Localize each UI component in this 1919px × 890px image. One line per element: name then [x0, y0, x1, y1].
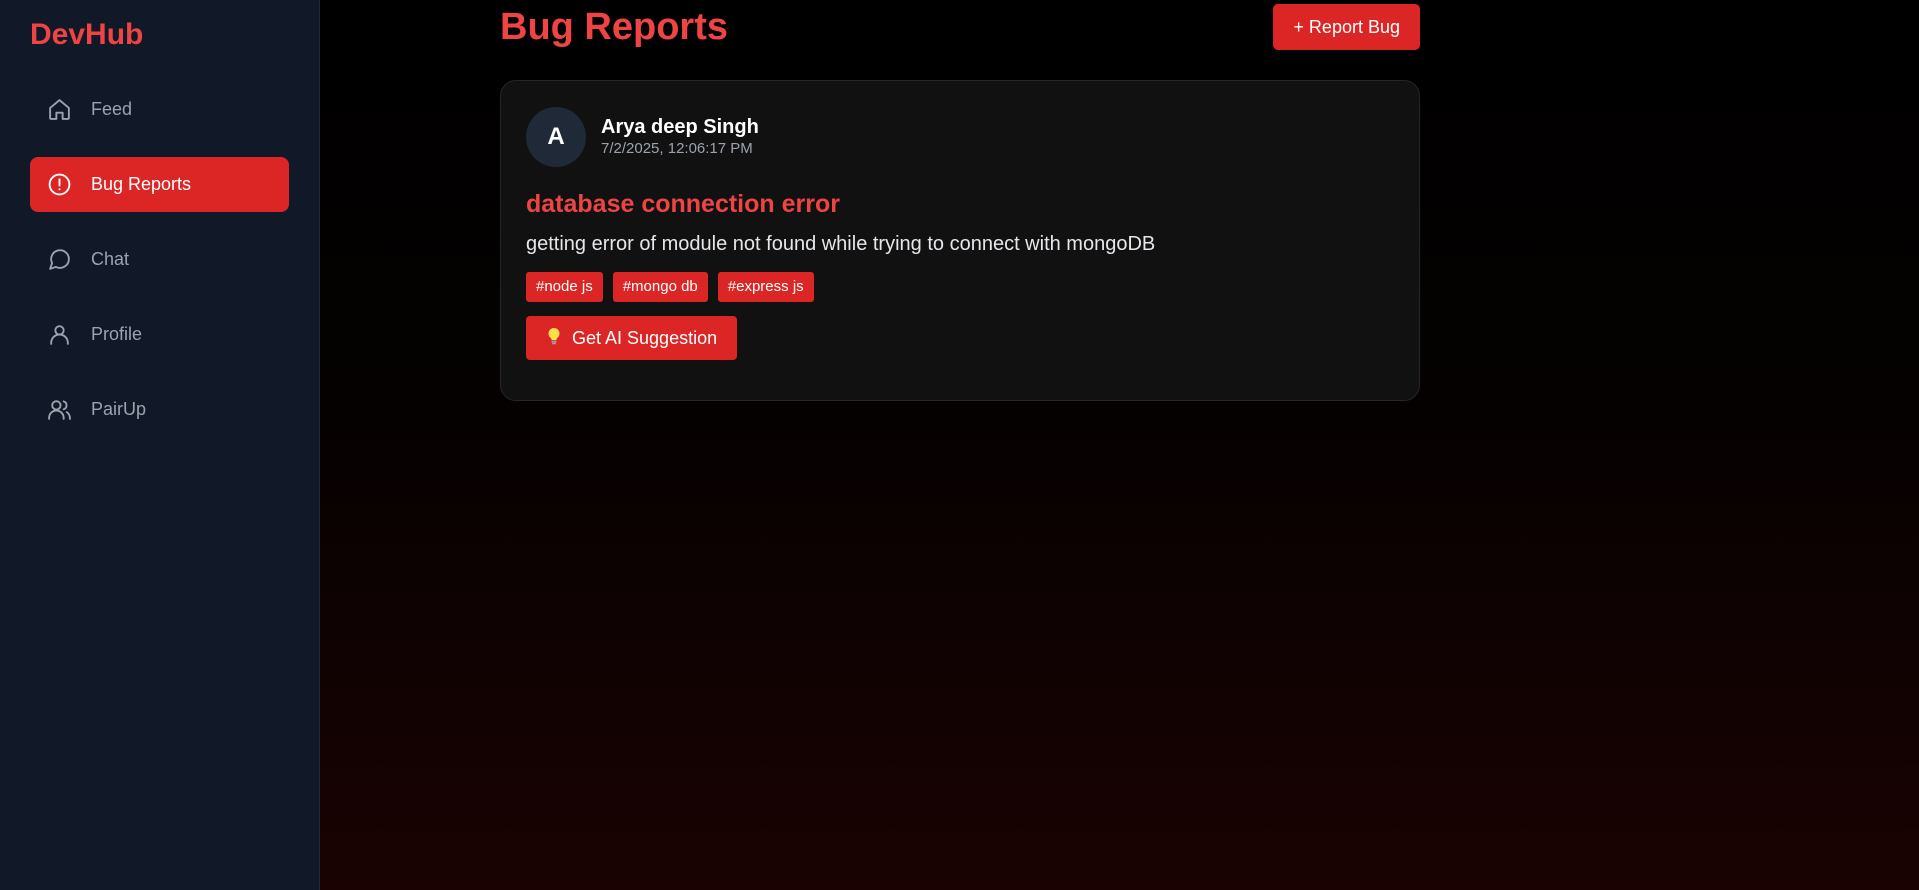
sidebar-item-label: Bug Reports — [91, 174, 192, 194]
lightbulb-icon — [546, 327, 562, 350]
user-icon — [46, 322, 72, 348]
sidebar-item-feed[interactable]: Feed — [30, 82, 289, 137]
tag-list: #node js #mongo db #express js — [526, 272, 1394, 302]
home-icon — [46, 97, 72, 123]
tag-badge[interactable]: #mongo db — [612, 272, 708, 302]
sidebar-nav: Feed Bug Reports Chat Profile PairUp — [30, 82, 289, 437]
bug-title: database connection error — [526, 190, 840, 218]
brand-logo[interactable]: DevHub — [30, 0, 289, 82]
author-info: Arya deep Singh 7/2/2025, 12:06:17 PM — [601, 115, 759, 159]
get-ai-suggestion-button[interactable]: Get AI Suggestion — [526, 316, 738, 360]
bug-author: A Arya deep Singh 7/2/2025, 12:06:17 PM — [526, 107, 1394, 167]
report-bug-button[interactable]: + Report Bug — [1273, 4, 1420, 50]
bug-card: A Arya deep Singh 7/2/2025, 12:06:17 PM … — [500, 80, 1420, 401]
sidebar-item-label: Profile — [91, 324, 143, 344]
sidebar-item-label: Chat — [91, 249, 130, 269]
avatar: A — [526, 107, 586, 167]
author-name: Arya deep Singh — [601, 116, 759, 138]
ai-button-label: Get AI Suggestion — [572, 327, 718, 348]
page-header: Bug Reports + Report Bug — [500, 0, 1420, 80]
tag-badge[interactable]: #node js — [526, 272, 603, 302]
message-circle-icon — [46, 247, 72, 273]
alert-circle-icon — [46, 172, 72, 198]
content-column: Bug Reports + Report Bug A Arya deep Sin… — [500, 0, 1420, 401]
bug-description: getting error of module not found while … — [526, 233, 1156, 255]
sidebar-item-label: Feed — [91, 99, 133, 119]
sidebar: DevHub Feed Bug Reports Chat Profile Pai… — [0, 0, 320, 890]
users-icon — [46, 397, 72, 423]
tag-badge[interactable]: #express js — [717, 272, 814, 302]
sidebar-item-pairup[interactable]: PairUp — [30, 382, 289, 437]
main-content: Bug Reports + Report Bug A Arya deep Sin… — [320, 0, 1919, 890]
page-title: Bug Reports — [500, 6, 728, 48]
sidebar-item-profile[interactable]: Profile — [30, 307, 289, 362]
sidebar-item-bug-reports[interactable]: Bug Reports — [30, 157, 289, 212]
sidebar-item-label: PairUp — [91, 399, 147, 419]
sidebar-item-chat[interactable]: Chat — [30, 232, 289, 287]
post-timestamp: 7/2/2025, 12:06:17 PM — [601, 140, 753, 157]
